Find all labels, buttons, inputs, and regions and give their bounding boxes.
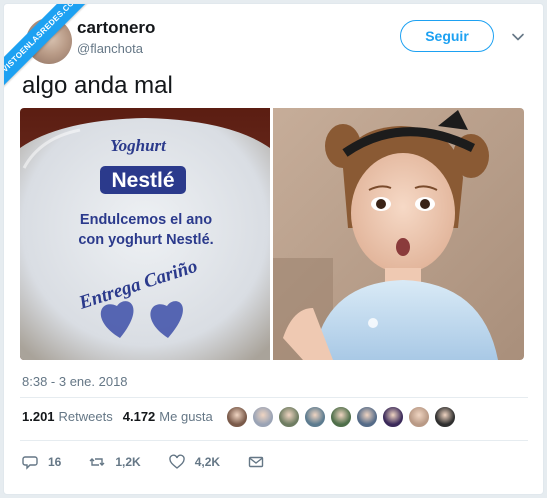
engagement-stats: 1.201 Retweets 4.172 Me gusta <box>22 409 223 424</box>
liker-avatar[interactable] <box>434 406 456 428</box>
yoghurt-lid-image[interactable]: Yoghurt Nestlé Endulcemos el ano con yog… <box>20 108 270 360</box>
liker-avatar[interactable] <box>330 406 352 428</box>
follow-button[interactable]: Seguir <box>400 20 494 52</box>
message-button[interactable] <box>248 454 274 470</box>
tweet-actions: 16 1,2K 4,2K <box>22 454 302 470</box>
chevron-down-icon[interactable] <box>511 30 525 44</box>
lid-brand: Nestlé <box>111 169 174 192</box>
tweet-card: VISTOENLASREDES.COM cartonero @flanchota… <box>3 3 544 495</box>
like-count: 4,2K <box>194 455 221 469</box>
retweets-label: Retweets <box>58 409 113 424</box>
divider <box>20 440 528 441</box>
reply-icon <box>22 456 38 470</box>
retweets-stat[interactable]: 1.201 Retweets <box>22 409 113 424</box>
retweets-count: 1.201 <box>22 409 55 424</box>
tweet-timestamp[interactable]: 8:38 - 3 ene. 2018 <box>22 374 128 389</box>
tweet-text: algo anda mal <box>22 72 173 99</box>
surprised-girl-image[interactable] <box>273 108 524 360</box>
liker-avatar[interactable] <box>252 406 274 428</box>
liker-avatar[interactable] <box>356 406 378 428</box>
liker-avatar[interactable] <box>278 406 300 428</box>
divider <box>20 397 528 398</box>
likers-avatars <box>226 406 460 428</box>
likes-stat[interactable]: 4.172 Me gusta <box>123 409 213 424</box>
display-name[interactable]: cartonero <box>77 18 155 38</box>
user-handle[interactable]: @flanchota <box>77 41 143 56</box>
lid-line-2: con yoghurt Nestlé. <box>78 232 213 248</box>
retweet-icon <box>89 458 105 466</box>
liker-avatar[interactable] <box>304 406 326 428</box>
liker-avatar[interactable] <box>408 406 430 428</box>
reply-count: 16 <box>48 455 62 469</box>
liker-avatar[interactable] <box>382 406 404 428</box>
liker-avatar[interactable] <box>226 406 248 428</box>
reply-button[interactable]: 16 <box>22 454 61 470</box>
heart-icon <box>168 454 185 469</box>
lid-brand-top: Yoghurt <box>110 136 167 155</box>
retweet-count: 1,2K <box>115 455 141 469</box>
retweet-button[interactable]: 1,2K <box>89 454 141 470</box>
lid-line-1: Endulcemos el ano <box>80 212 212 228</box>
like-button[interactable]: 4,2K <box>168 454 221 470</box>
likes-label: Me gusta <box>159 409 213 424</box>
envelope-icon <box>248 456 264 468</box>
likes-count: 4.172 <box>122 409 156 424</box>
tweet-media[interactable]: Yoghurt Nestlé Endulcemos el ano con yog… <box>20 108 524 360</box>
